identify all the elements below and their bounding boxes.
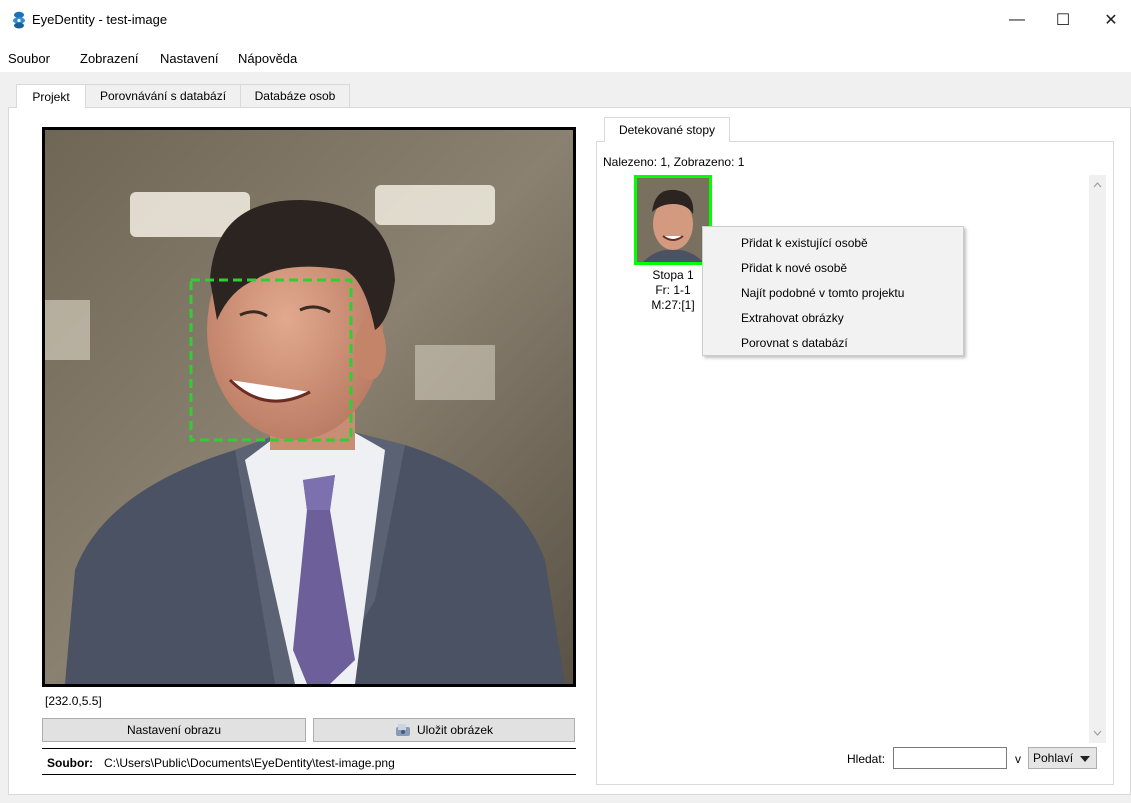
menu-compare-database[interactable]: Porovnat s databází [741,336,848,350]
minimize-button[interactable]: — [994,0,1040,40]
tab-person-database[interactable]: Databáze osob [240,84,350,107]
menu-add-existing-person[interactable]: Přidat k existující osobě [741,236,868,250]
maximize-button[interactable]: ☐ [1040,0,1086,40]
search-field-select[interactable]: Pohlaví [1028,747,1097,769]
chevron-down-icon [1080,756,1090,762]
app-eye-icon [13,11,25,29]
menu-settings[interactable]: Nastavení [160,51,219,66]
save-image-button[interactable]: Uložit obrázek [313,718,575,742]
menu-file[interactable]: Soubor [8,51,50,66]
tab-detected-tracks[interactable]: Detekované stopy [604,117,730,142]
search-input[interactable] [893,747,1007,769]
search-field-value: Pohlaví [1033,751,1074,765]
track-context-menu: Přidat k existující osobě Přidat k nové … [702,226,964,356]
track-thumbnail[interactable] [634,175,712,265]
window-title: EyeDentity - test-image [32,12,168,27]
file-path: C:\Users\Public\Documents\EyeDentity\tes… [104,756,395,770]
menu-find-similar[interactable]: Najít podobné v tomto projektu [741,286,904,300]
portrait-photo [45,130,573,684]
divider [42,774,576,775]
tab-database-compare[interactable]: Porovnávání s databází [85,84,241,107]
close-button[interactable]: ✕ [1088,0,1131,40]
menu-add-new-person[interactable]: Přidat k nové osobě [741,261,847,275]
scroll-up-icon [1093,182,1102,188]
save-image-label: Uložit obrázek [416,723,494,737]
cursor-coordinates: [232.0,5.5] [45,694,102,708]
tracks-scrollbar[interactable] [1089,175,1106,743]
track-face-image [637,178,709,262]
divider [42,748,576,749]
image-canvas[interactable] [45,130,573,684]
save-disk-icon [395,724,410,736]
image-settings-button[interactable]: Nastavení obrazu [42,718,306,742]
menu-extract-images[interactable]: Extrahovat obrázky [741,311,844,325]
search-label: Hledat: [847,752,886,766]
scroll-down-icon [1093,730,1102,736]
tab-project[interactable]: Projekt [16,84,86,108]
menu-bar: Soubor Zobrazení Nastavení Nápověda [0,40,1131,72]
file-label: Soubor: [47,756,93,770]
menu-view[interactable]: Zobrazení [80,51,139,66]
menu-help[interactable]: Nápověda [238,51,297,66]
search-in-label: v [1015,752,1021,766]
title-bar: EyeDentity - test-image — ☐ ✕ [0,0,1131,40]
found-summary: Nalezeno: 1, Zobrazeno: 1 [603,155,745,169]
